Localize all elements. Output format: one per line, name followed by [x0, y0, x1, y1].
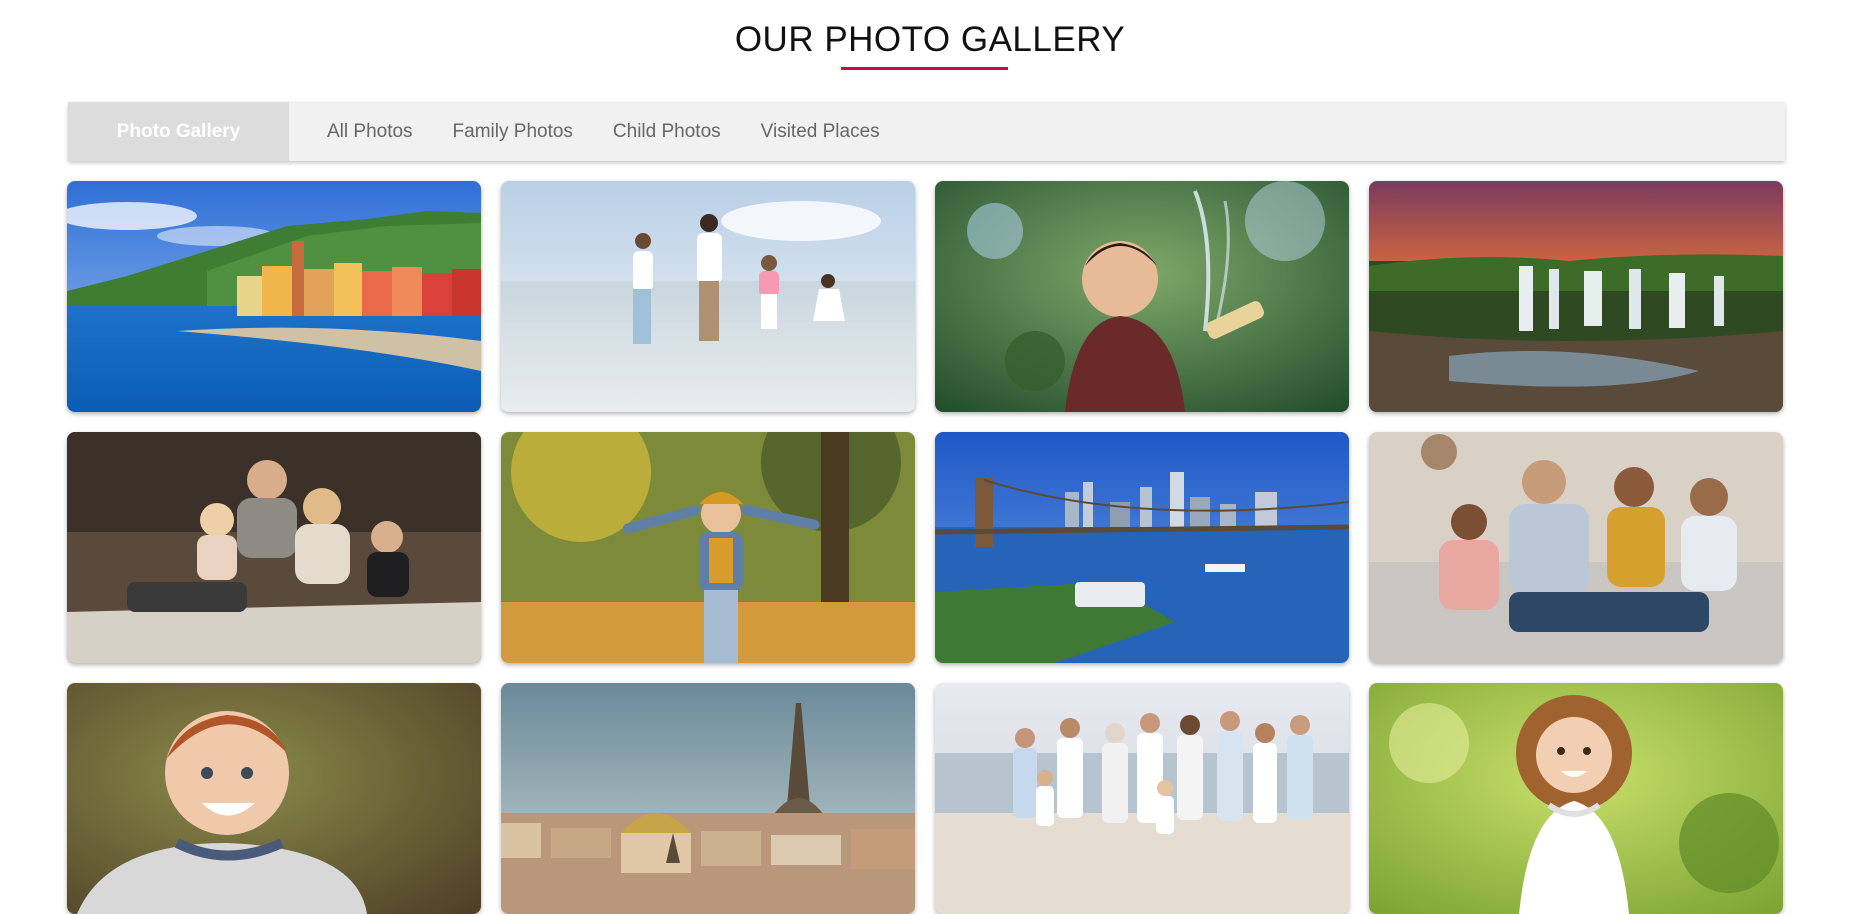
- photo-card-child-water-play[interactable]: [935, 181, 1349, 412]
- family-beach-walk-image: [501, 181, 915, 412]
- nav-link-family-photos[interactable]: Family Photos: [433, 121, 593, 143]
- title-underline: [841, 67, 1008, 70]
- gallery-nav-bar: Photo Gallery All Photos Family Photos C…: [68, 102, 1785, 161]
- photo-card-smiling-boy[interactable]: [67, 683, 481, 914]
- nav-link-all-photos[interactable]: All Photos: [307, 121, 433, 143]
- photo-card-brooklyn-bridge[interactable]: [935, 432, 1349, 663]
- photo-card-paris[interactable]: [501, 683, 915, 914]
- nav-link-child-photos[interactable]: Child Photos: [593, 121, 741, 143]
- child-water-play-image: [935, 181, 1349, 412]
- photo-card-family-sofa[interactable]: [1369, 432, 1783, 663]
- waterfalls-image: [1369, 181, 1783, 412]
- curly-girl-image: [1369, 683, 1783, 914]
- family-sofa-image: [1369, 432, 1783, 663]
- child-autumn-image: [501, 432, 915, 663]
- page-title: OUR PHOTO GALLERY: [734, 20, 1126, 59]
- family-outdoors-image: [67, 432, 481, 663]
- photo-card-curly-girl[interactable]: [1369, 683, 1783, 914]
- photo-card-waterfalls[interactable]: [1369, 181, 1783, 412]
- large-family-beach-image: [935, 683, 1349, 914]
- photo-card-child-autumn[interactable]: [501, 432, 915, 663]
- photo-card-family-beach-walk[interactable]: [501, 181, 915, 412]
- nav-link-visited-places[interactable]: Visited Places: [741, 121, 900, 143]
- brooklyn-bridge-image: [935, 432, 1349, 663]
- smiling-boy-image: [67, 683, 481, 914]
- coastal-town-image: [67, 181, 481, 412]
- nav-brand[interactable]: Photo Gallery: [68, 102, 289, 161]
- nav-links: All Photos Family Photos Child Photos Vi…: [289, 102, 900, 161]
- photo-card-large-family-beach[interactable]: [935, 683, 1349, 914]
- photo-card-coastal-town[interactable]: [67, 181, 481, 412]
- page-header: OUR PHOTO GALLERY: [0, 0, 1860, 96]
- paris-eiffel-image: [501, 683, 915, 914]
- photo-grid: [67, 181, 1783, 914]
- photo-card-family-outdoors[interactable]: [67, 432, 481, 663]
